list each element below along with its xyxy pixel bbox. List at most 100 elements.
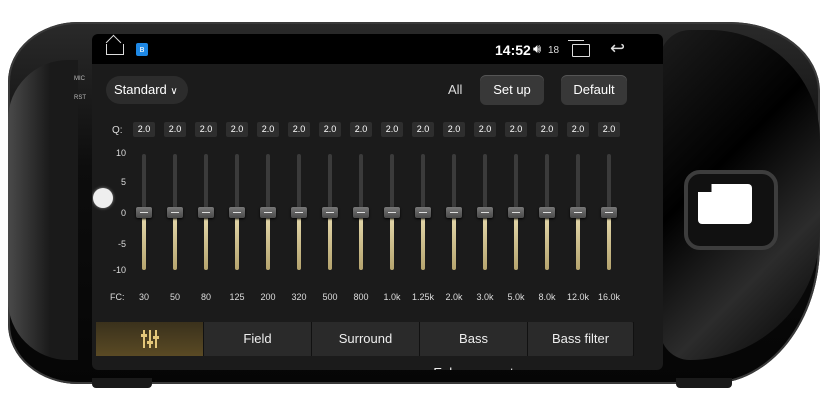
band-frequency-label: 5.0k	[507, 292, 525, 302]
balance-knob[interactable]	[93, 188, 113, 208]
slider-fill	[545, 212, 549, 270]
setup-button[interactable]: Set up	[480, 75, 544, 105]
scale-label: 10	[115, 148, 126, 158]
slider-handle[interactable]	[260, 207, 276, 218]
q-value[interactable]: 2.0	[598, 122, 620, 137]
band-frequency-label: 200	[260, 292, 276, 302]
q-value[interactable]: 2.0	[505, 122, 527, 137]
slider-fill	[359, 212, 363, 270]
slider-fill	[483, 212, 487, 270]
band-frequency-label: 1.25k	[411, 292, 435, 302]
slider-handle[interactable]	[570, 207, 586, 218]
slider-handle[interactable]	[198, 207, 214, 218]
tab-label: Bass Enhancement	[433, 331, 513, 370]
preset-dropdown[interactable]: Standard ∨	[106, 76, 188, 104]
slider-fill	[235, 212, 239, 270]
scale-label: -10	[112, 265, 126, 275]
q-value[interactable]: 2.0	[319, 122, 341, 137]
slider-handle[interactable]	[167, 207, 183, 218]
band-frequency-label: 16.0k	[597, 292, 621, 302]
q-value[interactable]: 2.0	[443, 122, 465, 137]
q-value[interactable]: 2.0	[474, 122, 496, 137]
slider-fill	[576, 212, 580, 270]
scale-label: -5	[117, 239, 126, 249]
equalizer-panel: Standard ∨ All Set up Default Q: FC: Fie…	[92, 64, 663, 370]
band-frequency-label: 320	[291, 292, 307, 302]
slider-handle[interactable]	[291, 207, 307, 218]
fc-label: FC:	[110, 292, 125, 302]
mount-foot-right	[676, 378, 732, 388]
q-value[interactable]: 2.0	[381, 122, 403, 137]
band-frequency-label: 80	[200, 292, 211, 302]
slider-fill	[328, 212, 332, 270]
scale-label: 5	[120, 177, 126, 187]
band-frequency-label: 3.0k	[476, 292, 494, 302]
slider-handle[interactable]	[508, 207, 524, 218]
slider-handle[interactable]	[415, 207, 431, 218]
band-frequency-label: 12.0k	[566, 292, 590, 302]
slider-handle[interactable]	[322, 207, 338, 218]
band-frequency-label: 50	[169, 292, 180, 302]
tab-label: Surround	[338, 331, 393, 346]
scale-label: 0	[120, 208, 126, 218]
band-frequency-label: 2.0k	[445, 292, 463, 302]
q-value[interactable]: 2.0	[288, 122, 310, 137]
slider-fill	[173, 212, 177, 270]
mic-label: MIC	[74, 76, 85, 82]
q-value[interactable]: 2.0	[350, 122, 372, 137]
q-value[interactable]: 2.0	[164, 122, 186, 137]
q-value[interactable]: 2.0	[226, 122, 248, 137]
mount-foot-left	[92, 378, 152, 388]
q-label: Q:	[112, 125, 123, 136]
slider-handle[interactable]	[539, 207, 555, 218]
head-unit: MIC RST ʙ 14:52 🔊︎ 18 ↩︎ Standard ∨ All …	[0, 0, 826, 410]
band-frequency-label: 8.0k	[538, 292, 556, 302]
slider-fill	[297, 212, 301, 270]
band-frequency-label: 1.0k	[383, 292, 401, 302]
q-value[interactable]: 2.0	[257, 122, 279, 137]
preset-label: Standard	[114, 82, 167, 97]
chevron-down-icon: ∨	[170, 86, 178, 97]
band-frequency-label: 800	[353, 292, 369, 302]
band-frequency-label: 30	[138, 292, 149, 302]
q-value[interactable]: 2.0	[195, 122, 217, 137]
default-button[interactable]: Default	[561, 75, 627, 105]
equalizer-icon	[140, 330, 160, 348]
band-frequency-label: 125	[229, 292, 245, 302]
slider-handle[interactable]	[446, 207, 462, 218]
slider-fill	[266, 212, 270, 270]
band-frequency-label: 500	[322, 292, 338, 302]
q-value[interactable]: 2.0	[412, 122, 434, 137]
volume-level: 18	[548, 45, 560, 56]
q-value[interactable]: 2.0	[536, 122, 558, 137]
slider-handle[interactable]	[136, 207, 152, 218]
tab-equalizer[interactable]	[96, 322, 204, 356]
slider-fill	[142, 212, 146, 270]
all-label[interactable]: All	[448, 82, 462, 97]
tab-bass-enhancement[interactable]: Bass Enhancement	[420, 322, 528, 370]
volume-icon[interactable]: 🔊︎	[533, 41, 541, 57]
slider-handle[interactable]	[477, 207, 493, 218]
slider-fill	[514, 212, 518, 270]
back-icon[interactable]: ↩︎	[610, 38, 625, 59]
slider-handle[interactable]	[229, 207, 245, 218]
slider-handle[interactable]	[601, 207, 617, 218]
q-value[interactable]: 2.0	[133, 122, 155, 137]
home-icon[interactable]	[106, 44, 124, 55]
tab-bass-filter[interactable]: Bass filter	[528, 322, 634, 356]
tab-bar: Field Surround Bass Enhancement Bass filter	[96, 322, 634, 370]
slider-handle[interactable]	[353, 207, 369, 218]
q-value[interactable]: 2.0	[567, 122, 589, 137]
recent-apps-icon[interactable]	[568, 40, 590, 57]
rst-button[interactable]: RST	[74, 95, 86, 101]
tab-label: Bass filter	[551, 331, 610, 346]
slider-fill	[421, 212, 425, 270]
slider-fill	[390, 212, 394, 270]
tab-surround[interactable]: Surround	[312, 322, 420, 356]
slider-fill	[204, 212, 208, 270]
status-bar: ʙ 14:52 🔊︎ 18 ↩︎	[92, 34, 663, 64]
air-vent	[684, 170, 778, 250]
tab-field[interactable]: Field	[204, 322, 312, 356]
screen: ʙ 14:52 🔊︎ 18 ↩︎ Standard ∨ All Set up D…	[92, 34, 663, 370]
slider-handle[interactable]	[384, 207, 400, 218]
